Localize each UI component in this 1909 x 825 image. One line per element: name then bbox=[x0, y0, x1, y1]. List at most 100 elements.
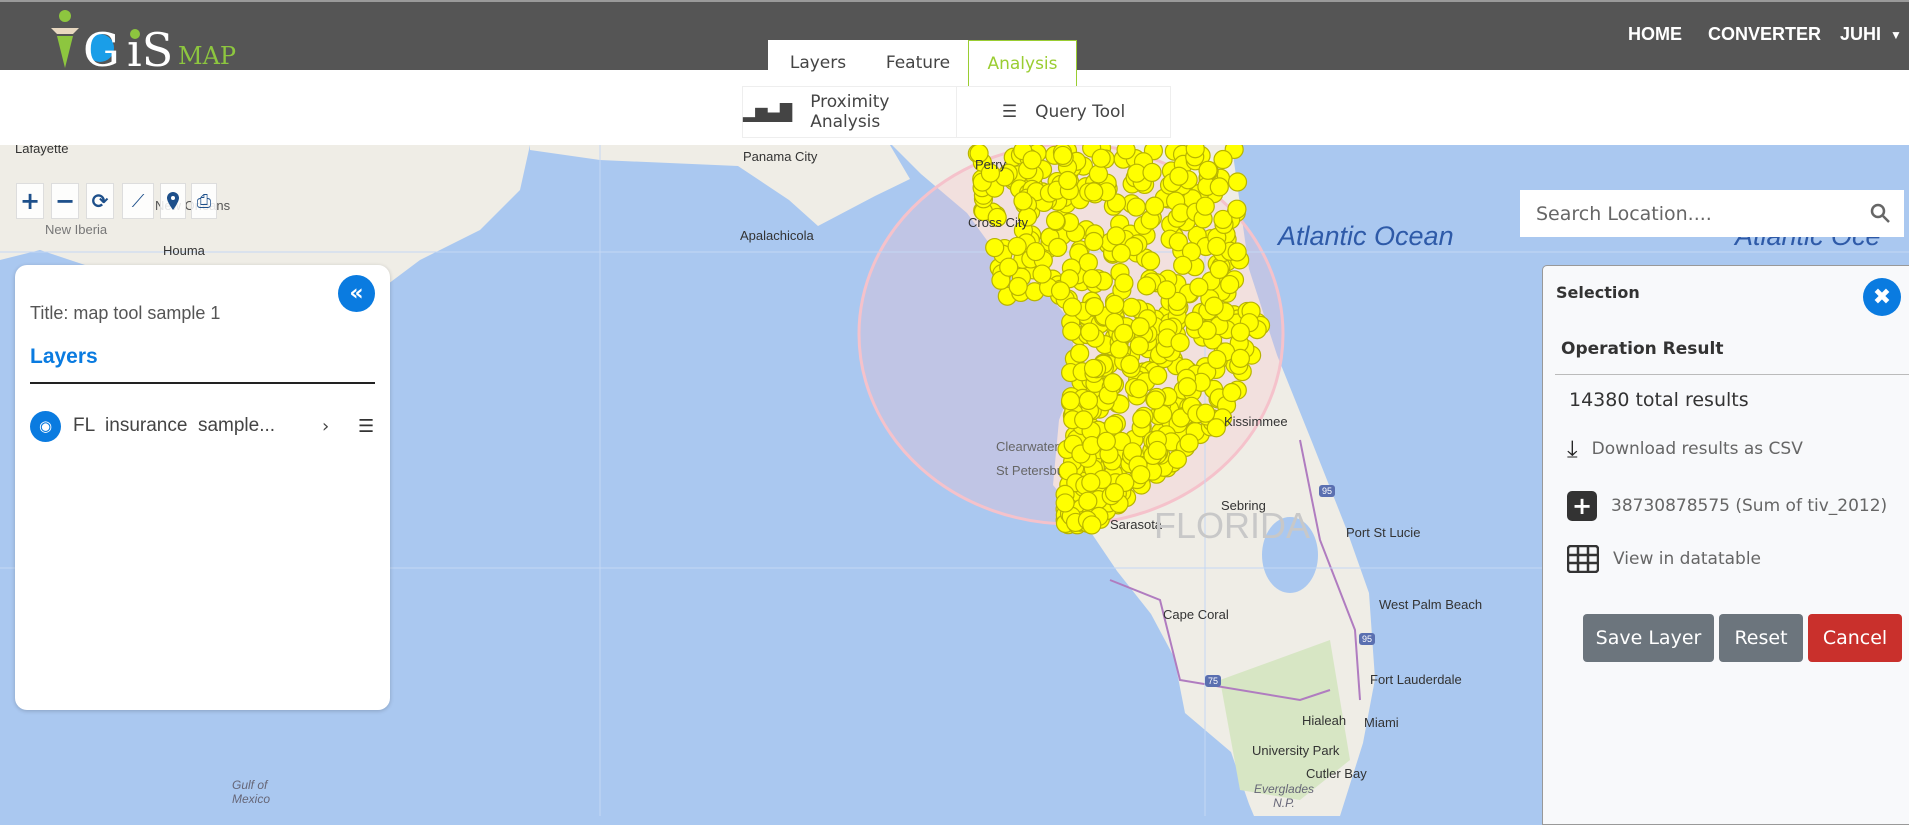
map-point[interactable] bbox=[1184, 311, 1204, 331]
map-point[interactable] bbox=[1026, 241, 1046, 262]
proximity-analysis-button[interactable]: ▂▆▄█ Proximity Analysis bbox=[743, 87, 957, 137]
map-point[interactable] bbox=[1222, 382, 1242, 403]
map-point[interactable] bbox=[1096, 431, 1116, 451]
map-point[interactable] bbox=[1189, 277, 1209, 297]
map-point[interactable] bbox=[1220, 274, 1240, 295]
map-point[interactable] bbox=[1062, 321, 1082, 341]
map-point[interactable] bbox=[1060, 391, 1081, 411]
eye-icon[interactable]: ◉ bbox=[30, 410, 61, 442]
map-point[interactable] bbox=[1074, 410, 1094, 430]
map-point[interactable] bbox=[1145, 390, 1166, 410]
map-point[interactable] bbox=[1209, 177, 1229, 197]
map-point[interactable] bbox=[1078, 390, 1099, 411]
map-point[interactable] bbox=[1114, 323, 1134, 343]
map-point[interactable] bbox=[1120, 354, 1140, 375]
map-point[interactable] bbox=[1177, 377, 1197, 397]
map-point[interactable] bbox=[1167, 449, 1187, 469]
search-icon[interactable] bbox=[1870, 203, 1890, 223]
map-point[interactable] bbox=[1055, 493, 1075, 513]
map-point[interactable] bbox=[1007, 236, 1027, 257]
search-location-input[interactable]: Search Location.... bbox=[1520, 190, 1904, 237]
map-point[interactable] bbox=[1083, 358, 1104, 379]
map-point[interactable] bbox=[1078, 252, 1098, 273]
print-button[interactable]: ⎙ bbox=[191, 183, 217, 219]
map-point[interactable] bbox=[1058, 170, 1078, 191]
zoom-out-button[interactable]: − bbox=[51, 183, 79, 219]
map-point[interactable] bbox=[1121, 297, 1142, 317]
map-point[interactable] bbox=[1131, 465, 1151, 485]
map-point[interactable] bbox=[1130, 317, 1150, 337]
map-point[interactable] bbox=[1147, 440, 1167, 461]
map-point[interactable] bbox=[1081, 472, 1101, 493]
chevron-right-icon[interactable]: › bbox=[322, 416, 329, 437]
map-point[interactable] bbox=[1213, 149, 1233, 170]
map-point[interactable] bbox=[1169, 166, 1189, 186]
layer-item[interactable]: ◉ FL insurance sample... › ☰ bbox=[30, 410, 375, 442]
map-point[interactable] bbox=[999, 257, 1019, 277]
map-point[interactable] bbox=[1209, 259, 1229, 280]
map-point[interactable] bbox=[1179, 433, 1199, 453]
map-point[interactable] bbox=[1129, 336, 1149, 356]
map-point[interactable] bbox=[1137, 276, 1157, 296]
map-point[interactable] bbox=[1173, 255, 1193, 275]
map-point[interactable] bbox=[1084, 231, 1104, 252]
refresh-button[interactable]: ⟳ bbox=[86, 183, 114, 219]
map-point[interactable] bbox=[1053, 145, 1073, 166]
map-point[interactable] bbox=[1204, 296, 1224, 316]
map-point[interactable] bbox=[1195, 196, 1215, 216]
tab-analysis[interactable]: Analysis bbox=[968, 40, 1077, 86]
map-point[interactable] bbox=[1227, 242, 1247, 262]
map-point[interactable] bbox=[1104, 483, 1125, 503]
map-point[interactable] bbox=[1111, 243, 1131, 263]
map-point[interactable] bbox=[1013, 191, 1033, 211]
map-point[interactable] bbox=[1050, 281, 1071, 301]
map-point[interactable] bbox=[1062, 297, 1082, 317]
map-point[interactable] bbox=[1132, 409, 1152, 429]
map-point[interactable] bbox=[1227, 199, 1247, 219]
map-point[interactable] bbox=[1116, 145, 1136, 160]
map-point[interactable] bbox=[1103, 415, 1124, 435]
map-point[interactable] bbox=[1048, 237, 1068, 258]
map-point[interactable] bbox=[1082, 515, 1102, 535]
zoom-in-button[interactable]: + bbox=[16, 183, 44, 219]
map-point[interactable] bbox=[985, 237, 1005, 258]
cancel-button[interactable]: Cancel bbox=[1808, 614, 1902, 662]
tab-feature[interactable]: Feature bbox=[868, 40, 968, 86]
map-point[interactable] bbox=[1227, 172, 1248, 192]
map-point[interactable] bbox=[1230, 348, 1250, 368]
map-point[interactable] bbox=[1207, 349, 1227, 370]
map-point[interactable] bbox=[1091, 148, 1111, 168]
map-point[interactable] bbox=[1207, 236, 1227, 257]
map-point[interactable] bbox=[1080, 322, 1100, 342]
list-icon[interactable]: ☰ bbox=[358, 416, 374, 437]
measure-button[interactable]: ⟋ bbox=[122, 183, 154, 219]
map-point[interactable] bbox=[1230, 322, 1250, 342]
map-point[interactable] bbox=[1088, 164, 1109, 184]
map-point[interactable] bbox=[1157, 280, 1177, 300]
map-point[interactable] bbox=[1126, 197, 1146, 217]
view-datatable-link[interactable]: View in datatable bbox=[1567, 545, 1761, 573]
download-csv-link[interactable]: ⤓ Download results as CSV bbox=[1567, 435, 1803, 463]
reset-button[interactable]: Reset bbox=[1719, 614, 1803, 662]
map-point[interactable] bbox=[1084, 297, 1105, 317]
nav-converter[interactable]: CONVERTER bbox=[1708, 24, 1821, 45]
caret-down-icon[interactable]: ▼ bbox=[1890, 28, 1902, 42]
map-point[interactable] bbox=[1109, 339, 1129, 359]
map-point[interactable] bbox=[1144, 196, 1165, 216]
nav-home[interactable]: HOME bbox=[1628, 24, 1682, 45]
map-point[interactable] bbox=[1148, 365, 1168, 386]
map-point[interactable] bbox=[1170, 332, 1190, 353]
marker-button[interactable] bbox=[160, 183, 186, 219]
map-point[interactable] bbox=[1078, 491, 1098, 511]
map-point[interactable] bbox=[1103, 373, 1123, 393]
collapse-panel-button[interactable]: « bbox=[338, 275, 375, 312]
save-layer-button[interactable]: Save Layer bbox=[1583, 614, 1714, 662]
map-point[interactable] bbox=[1105, 294, 1125, 314]
map-point[interactable] bbox=[1140, 251, 1161, 271]
query-tool-button[interactable]: ☰ Query Tool bbox=[957, 87, 1170, 137]
map-point[interactable] bbox=[1195, 403, 1216, 423]
map-point[interactable] bbox=[1142, 162, 1162, 183]
map-point[interactable] bbox=[1185, 145, 1205, 159]
map-point[interactable] bbox=[1022, 150, 1042, 170]
map-point[interactable] bbox=[1198, 160, 1218, 180]
